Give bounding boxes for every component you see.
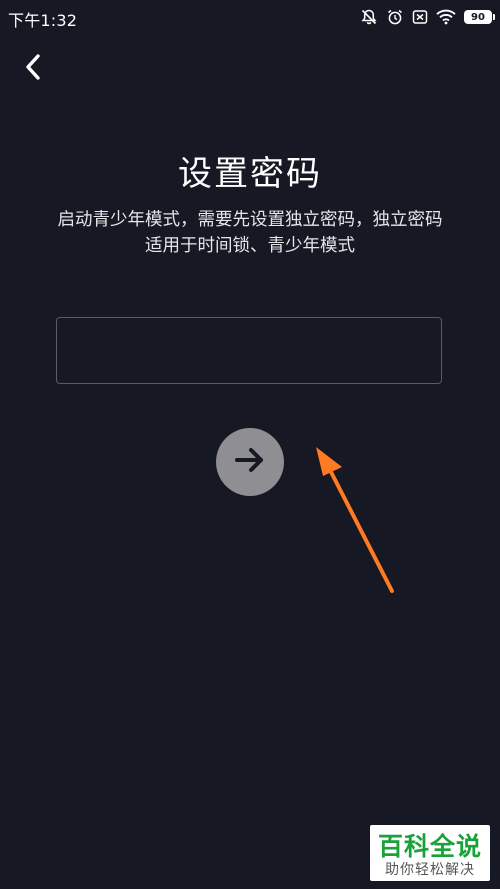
password-input[interactable] xyxy=(56,317,442,384)
password-setup-screen: 下午1:32 90 设置密码 启动青少年模式，需要先设置独立密码，独立密码适用于… xyxy=(0,0,500,889)
back-button[interactable] xyxy=(16,52,50,86)
status-time: 下午1:32 xyxy=(8,11,78,30)
watermark-logo: 百科全说 助你轻松解决 xyxy=(370,825,490,881)
battery-level: 90 xyxy=(471,11,485,23)
alarm-icon xyxy=(386,8,404,26)
mute-icon xyxy=(360,8,378,26)
page-title: 设置密码 xyxy=(178,154,322,194)
wifi-icon xyxy=(436,9,456,25)
status-bar: 下午1:32 90 xyxy=(0,0,500,34)
next-button[interactable] xyxy=(216,428,284,496)
watermark-subtitle: 助你轻松解决 xyxy=(385,862,475,878)
battery-icon: 90 xyxy=(464,10,495,24)
arrow-right-icon xyxy=(233,445,267,479)
chevron-left-icon xyxy=(23,52,43,86)
sim-off-icon xyxy=(412,9,428,25)
watermark-title: 百科全说 xyxy=(377,832,482,861)
page-description: 启动青少年模式，需要先设置独立密码，独立密码适用于时间锁、青少年模式 xyxy=(57,210,443,256)
status-icons: 90 xyxy=(360,7,495,27)
